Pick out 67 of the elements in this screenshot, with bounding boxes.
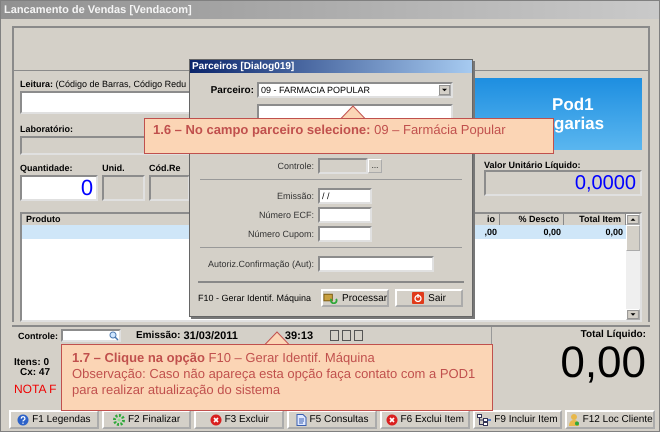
issue-time: 39:13 [284,330,314,342]
lab-label: Laboratório: [20,124,73,134]
issue-date: 31/03/2011 [183,330,238,342]
status-box [330,330,340,341]
scrollbar-thumb[interactable] [626,225,640,251]
function-button[interactable]: F3 Excluir [194,410,284,429]
function-button[interactable]: F5 Consultas [287,410,377,429]
code-field[interactable] [149,175,190,201]
partner-dropdown[interactable]: 09 - FARMACIA POPULAR [257,82,453,98]
scroll-down-button[interactable] [626,309,640,320]
field-label: Controle: [276,160,315,170]
help-icon [17,414,30,426]
total-value: 0,00 [560,340,646,386]
input-field[interactable] [318,256,434,272]
field-label: Emissão: [276,190,315,200]
shortcut-hint: F10 - Gerar Identif. Máquina [198,293,312,303]
quantity-field[interactable]: 0 [20,175,98,201]
function-button[interactable]: F1 Legendas [9,410,99,429]
function-button[interactable]: F2 Finalizar [102,410,192,429]
exit-button[interactable]: Sair [395,289,464,307]
unit-value-label: Valor Unitário Líquido: [483,160,582,170]
logo-text: garias [553,114,606,133]
input-field[interactable]: / / [318,188,372,204]
person-icon [568,413,580,426]
items-count: Itens: 0 [14,358,50,368]
process-icon [323,292,338,304]
process-button[interactable]: Processar [321,289,390,307]
status-box [354,330,364,341]
control-label: Controle: [18,330,58,340]
partner-label: Parceiro: [210,84,255,96]
logo-text: Pod1 [552,95,595,114]
note-status: NOTA F [14,382,56,396]
total-label: Total Líquido: [580,329,646,340]
callout-text: 1.7 – Clique na opção F10 – Gerar Identif. Máquina [72,350,376,366]
reading-label: Leitura: (Código de Barras, Código Redu [20,79,186,89]
search-icon[interactable] [109,330,119,340]
status-box [342,330,352,341]
table-cell-text: ,00 [483,226,498,239]
table-cell-text: 0,00 [604,226,624,239]
field-label: Autoriz.Confirmação (Aut): [206,258,315,268]
document-icon [296,414,307,426]
control-field[interactable] [61,329,121,342]
exit-icon [412,292,424,304]
gear-icon [112,414,125,426]
delete-icon [210,414,222,426]
unit-label: Unid. [102,163,125,173]
function-button[interactable]: F9 Incluir Item [472,410,562,429]
delete-icon [386,414,398,426]
code-label: Cód.Re [149,163,181,173]
input-field[interactable] [318,206,372,222]
quantity-label: Quantidade: [20,163,73,173]
callout-text: Observação: Caso não apareça esta opção faça contato com a POD1 para realizar atualização do sistema [72,366,476,398]
function-button[interactable]: F12 Loc Cliente [565,410,656,429]
dialog-title: Parceiros [Dialog019] [192,61,294,72]
cash-register: Cx: 47 [19,368,50,378]
tree-icon [477,414,492,426]
unit-field[interactable] [102,175,146,201]
unit-value-field: 0,0000 [484,170,642,196]
table-cell-text: 0,00 [542,226,562,239]
issue-label: Emissão: [136,330,180,341]
function-button[interactable]: F6 Exclui Item [380,410,470,429]
window-title: Lancamento de Vendas [Vendacom] [4,4,192,16]
field-label: Número Cupom: [246,228,315,238]
caret-icon[interactable] [438,84,451,96]
input-field[interactable] [318,226,372,242]
callout-text: 1.6 – No campo parceiro selecione: 09 – Farmácia Popular [153,122,507,138]
scroll-up-button[interactable] [626,214,640,225]
